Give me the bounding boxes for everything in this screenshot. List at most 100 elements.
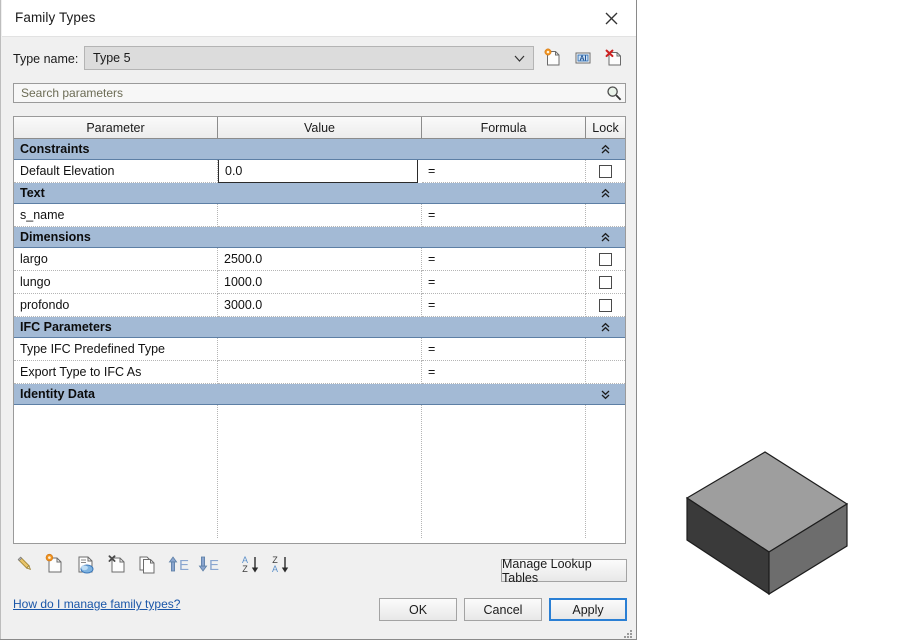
grid-cell-value[interactable]	[218, 160, 422, 183]
grid-cell-value[interactable]: 2500.0	[218, 248, 422, 271]
resize-grip[interactable]	[623, 626, 633, 638]
search-icon[interactable]	[605, 84, 623, 102]
help-link[interactable]: How do I manage family types?	[13, 597, 180, 611]
new-parameter-icon[interactable]	[43, 552, 67, 576]
chevron-down-icon	[514, 47, 525, 69]
lock-checkbox[interactable]	[599, 164, 612, 178]
parameter-grid[interactable]: Parameter Value Formula Lock Constraints Def…	[13, 116, 626, 544]
grid-cell-parameter[interactable]: lungo	[14, 271, 218, 294]
sort-ascending-icon[interactable]: A Z	[238, 552, 262, 576]
value-edit-box[interactable]	[218, 160, 418, 183]
apply-button[interactable]: Apply	[549, 598, 627, 621]
type-name-select[interactable]: Type 5	[84, 46, 534, 70]
grid-cell-formula[interactable]: =	[422, 204, 586, 227]
new-type-glyph	[544, 48, 560, 66]
isometric-box-3d[interactable]	[657, 430, 907, 620]
grid-cell-lock[interactable]	[586, 248, 625, 271]
duplicate-glyph	[139, 556, 155, 574]
grid-row[interactable]: Type IFC Predefined Type =	[14, 338, 625, 361]
chevron-up-icon[interactable]	[598, 139, 612, 159]
remove-parameter-glyph	[108, 555, 125, 573]
grid-scroll-area: Parameter Value Formula Lock Constraints Def…	[14, 117, 625, 543]
grid-cell-value[interactable]	[218, 204, 422, 227]
grid-cell-parameter[interactable]: Type IFC Predefined Type	[14, 338, 218, 361]
value-edit-input[interactable]	[223, 163, 413, 179]
sort-descending-icon[interactable]: Z A	[268, 552, 292, 576]
grid-row[interactable]: Default Elevation =	[14, 160, 625, 183]
page-title: Family Types	[15, 10, 96, 25]
grid-cell-formula[interactable]: =	[422, 271, 586, 294]
grid-cell-lock[interactable]	[586, 338, 625, 361]
grid-row[interactable]: profondo 3000.0 =	[14, 294, 625, 317]
grid-cell-parameter[interactable]: Export Type to IFC As	[14, 361, 218, 384]
duplicate-parameter-icon[interactable]	[135, 552, 159, 576]
dialog-inner: Family Types Type name: Type 5 AI Search…	[0, 0, 636, 639]
grid-cell-formula[interactable]: =	[422, 361, 586, 384]
chevron-up-icon[interactable]	[598, 183, 612, 203]
grid-cell-parameter[interactable]: largo	[14, 248, 218, 271]
move-up-icon[interactable]: E	[167, 552, 191, 576]
grid-group-header[interactable]: Identity Data	[14, 384, 625, 405]
chevron-up-icon[interactable]	[598, 227, 612, 247]
chevron-up-icon[interactable]	[598, 317, 612, 337]
svg-text:E: E	[179, 557, 189, 574]
grid-cell-parameter[interactable]: s_name	[14, 204, 218, 227]
chevron-double-down-icon[interactable]	[598, 384, 612, 404]
grid-header-value[interactable]: Value	[218, 117, 422, 139]
grid-group-header[interactable]: Constraints	[14, 139, 625, 160]
grid-cell-formula[interactable]: =	[422, 338, 586, 361]
grid-cell-formula[interactable]: =	[422, 160, 586, 183]
grid-cell-value[interactable]	[218, 361, 422, 384]
grid-group-label: Dimensions	[20, 230, 91, 244]
ok-button[interactable]: OK	[379, 598, 457, 621]
grid-cell-formula[interactable]: =	[422, 248, 586, 271]
grid-row[interactable]: lungo 1000.0 =	[14, 271, 625, 294]
shared-parameter-icon[interactable]	[74, 552, 98, 576]
grid-cell-lock[interactable]	[586, 361, 625, 384]
grid-cell-value[interactable]	[218, 338, 422, 361]
grid-cell-lock[interactable]	[586, 204, 625, 227]
grid-row[interactable]: s_name =	[14, 204, 625, 227]
grid-group-header[interactable]: Text	[14, 183, 625, 204]
lock-checkbox[interactable]	[599, 252, 612, 266]
grid-cell-parameter[interactable]: profondo	[14, 294, 218, 317]
search-box[interactable]	[13, 83, 626, 103]
new-type-icon[interactable]	[541, 46, 565, 70]
grid-cell-lock[interactable]	[586, 271, 625, 294]
grid-header-formula[interactable]: Formula	[422, 117, 586, 139]
cancel-button[interactable]: Cancel	[464, 598, 542, 621]
grid-empty-column	[422, 405, 586, 538]
grid-row[interactable]: Export Type to IFC As =	[14, 361, 625, 384]
dialog-titlebar: Family Types	[2, 0, 636, 37]
grid-empty-area[interactable]	[14, 405, 625, 538]
new-parameter-glyph	[45, 553, 62, 573]
manage-lookup-tables-button[interactable]: Manage Lookup Tables	[501, 557, 627, 585]
grid-group-header[interactable]: Dimensions	[14, 227, 625, 248]
grid-cell-lock[interactable]	[586, 294, 625, 317]
sort-desc-glyph: Z A	[272, 555, 289, 574]
move-up-glyph: E	[168, 556, 189, 574]
rename-type-glyph: AI	[575, 52, 591, 64]
lock-checkbox[interactable]	[599, 298, 612, 312]
grid-group-header[interactable]: IFC Parameters	[14, 317, 625, 338]
grid-cell-parameter[interactable]: Default Elevation	[14, 160, 218, 183]
remove-parameter-icon[interactable]	[105, 552, 129, 576]
lock-checkbox[interactable]	[599, 275, 612, 289]
search-input[interactable]	[19, 85, 579, 101]
model-viewport[interactable]	[637, 0, 920, 640]
grid-cell-value[interactable]: 3000.0	[218, 294, 422, 317]
grid-cell-lock[interactable]	[586, 160, 625, 183]
grid-header-lock[interactable]: Lock	[586, 117, 625, 139]
grid-header-parameter[interactable]: Parameter	[14, 117, 218, 139]
svg-text:AI: AI	[580, 56, 587, 63]
rename-type-icon[interactable]: AI	[571, 46, 595, 70]
search-glyph	[607, 86, 622, 101]
grid-cell-formula[interactable]: =	[422, 294, 586, 317]
close-icon[interactable]	[590, 2, 632, 34]
grid-row[interactable]: largo 2500.0 =	[14, 248, 625, 271]
sort-asc-glyph: A Z	[242, 555, 259, 574]
edit-parameter-icon[interactable]	[13, 552, 37, 576]
delete-type-icon[interactable]	[602, 46, 626, 70]
grid-cell-value[interactable]: 1000.0	[218, 271, 422, 294]
move-down-icon[interactable]: E	[197, 552, 221, 576]
